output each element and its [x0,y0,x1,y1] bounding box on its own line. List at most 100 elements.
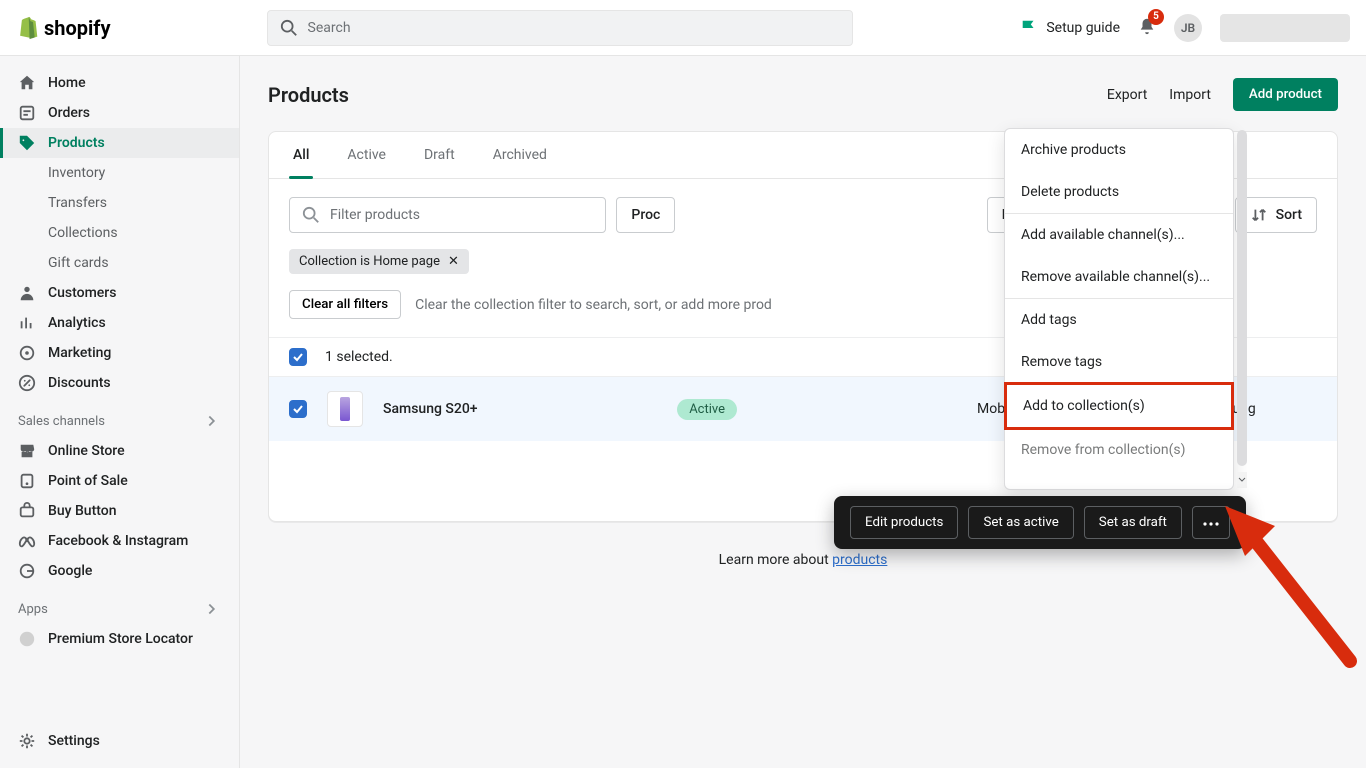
check-icon [292,351,304,363]
selected-count: 1 selected. [325,349,393,365]
close-icon[interactable]: ✕ [448,254,459,269]
subnav-gift-cards-label: Gift cards [48,255,109,271]
filter-placeholder: Filter products [330,207,420,223]
tag-icon [18,134,36,152]
search-placeholder: Search [308,20,351,36]
notifications[interactable]: 5 [1138,17,1156,39]
ellipsis-icon [1203,522,1219,526]
scrollbar[interactable] [1237,130,1247,466]
filter-products-input[interactable]: Filter products [289,197,606,233]
logo-text: shopify [44,16,111,40]
subnav-inventory-label: Inventory [48,165,105,181]
nav-discounts-label: Discounts [48,375,111,391]
page-header: Products Export Import Add product [268,78,1338,111]
tab-all[interactable]: All [289,132,313,178]
tab-draft[interactable]: Draft [420,132,459,178]
dd-add-channels[interactable]: Add available channel(s)... [1005,214,1233,256]
product-name[interactable]: Samsung S20+ [383,401,653,417]
logo[interactable]: shopify [16,16,111,40]
dd-add-tags[interactable]: Add tags [1005,299,1233,341]
product-vendor-filter[interactable]: Proc [616,197,675,233]
tab-archived[interactable]: Archived [489,132,551,178]
chevron-right-icon[interactable] [203,412,221,430]
export-button[interactable]: Export [1107,87,1147,103]
main-content: Products Export Import Add product All A… [240,56,1366,768]
nav-customers-label: Customers [48,285,116,301]
pin-icon [18,630,36,648]
store-name-placeholder[interactable] [1220,14,1350,42]
gear-icon [18,732,36,750]
subnav-inventory[interactable]: Inventory [0,158,239,188]
avatar[interactable]: JB [1174,14,1202,42]
bulk-edit-products-button[interactable]: Edit products [850,506,958,539]
nav-analytics[interactable]: Analytics [0,308,239,338]
nav-marketing-label: Marketing [48,345,111,361]
chevron-right-icon[interactable] [203,600,221,618]
nav-home[interactable]: Home [0,68,239,98]
nav-orders[interactable]: Orders [0,98,239,128]
nav-customers[interactable]: Customers [0,278,239,308]
import-button[interactable]: Import [1169,87,1211,103]
page-title: Products [268,83,349,107]
dd-remove-tags[interactable]: Remove tags [1005,341,1233,383]
learn-more-prefix: Learn more about [719,552,833,568]
setup-guide[interactable]: Setup guide [1020,19,1120,37]
channel-facebook-instagram[interactable]: Facebook & Instagram [0,526,239,556]
search-wrap: Search [267,10,853,46]
nav-products-label: Products [48,135,105,151]
bulk-more-actions-button[interactable] [1192,506,1230,539]
setup-guide-label: Setup guide [1046,20,1120,36]
tab-active[interactable]: Active [343,132,390,178]
app-premium-store-locator[interactable]: Premium Store Locator [0,624,239,654]
sales-channels-label: Sales channels [18,414,105,429]
discount-icon [18,374,36,392]
channel-buy-label: Buy Button [48,503,117,519]
topbar-right: Setup guide 5 JB [1020,14,1350,42]
page-actions: Export Import Add product [1107,78,1338,111]
dd-remove-from-collections[interactable]: Remove from collection(s) [1005,429,1233,460]
add-product-button[interactable]: Add product [1233,78,1338,111]
row-checkbox[interactable] [289,400,307,418]
apps-label: Apps [18,602,48,617]
meta-icon [18,532,36,550]
nav-analytics-label: Analytics [48,315,106,331]
subnav-transfers[interactable]: Transfers [0,188,239,218]
bulk-set-draft-button[interactable]: Set as draft [1084,506,1182,539]
subnav-collections[interactable]: Collections [0,218,239,248]
store-icon [18,442,36,460]
clear-all-filters-button[interactable]: Clear all filters [289,290,401,319]
product-vendor-label: Proc [631,207,660,223]
subnav-gift-cards[interactable]: Gift cards [0,248,239,278]
dd-add-to-collections[interactable]: Add to collection(s) [1004,382,1234,430]
sidebar: Home Orders Products Inventory Transfers… [0,56,240,768]
product-thumbnail [327,391,363,427]
sales-channels-header: Sales channels [0,398,239,436]
channel-pos[interactable]: Point of Sale [0,466,239,496]
nav-products[interactable]: Products [0,128,239,158]
nav-marketing[interactable]: Marketing [0,338,239,368]
dd-delete-products[interactable]: Delete products [1005,171,1233,213]
scroll-down-button[interactable] [1237,472,1247,488]
channel-google[interactable]: Google [0,556,239,586]
nav-discounts[interactable]: Discounts [0,368,239,398]
status-badge: Active [677,399,737,420]
channel-buy-button[interactable]: Buy Button [0,496,239,526]
nav-home-label: Home [48,75,86,91]
select-all-checkbox[interactable] [289,348,307,366]
bulk-set-active-button[interactable]: Set as active [968,506,1073,539]
channel-fbig-label: Facebook & Instagram [48,533,188,549]
pos-icon [18,472,36,490]
check-icon [292,403,304,415]
notif-badge: 5 [1148,9,1164,25]
nav-settings[interactable]: Settings [0,726,239,756]
filter-chip[interactable]: Collection is Home page ✕ [289,249,469,274]
search-input[interactable]: Search [267,10,853,46]
dd-remove-channels[interactable]: Remove available channel(s)... [1005,256,1233,298]
channel-online-store[interactable]: Online Store [0,436,239,466]
search-icon [280,19,298,37]
flag-icon [1020,19,1038,37]
learn-more-link[interactable]: products [832,552,887,568]
subnav-transfers-label: Transfers [48,195,107,211]
dd-archive-products[interactable]: Archive products [1005,129,1233,171]
clear-hint-text: Clear the collection filter to search, s… [415,297,772,313]
